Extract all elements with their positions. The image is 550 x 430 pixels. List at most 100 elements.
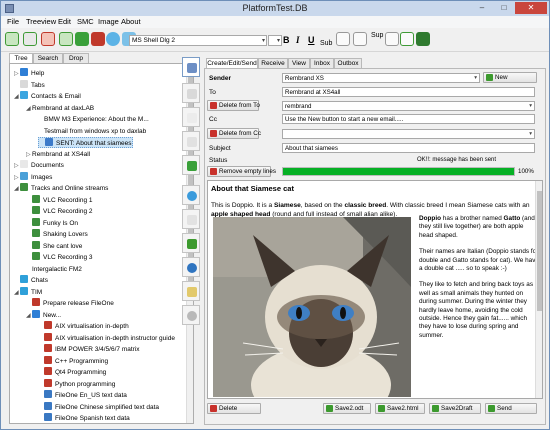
insert-image-icon[interactable] (400, 32, 414, 46)
send-button[interactable]: Send (485, 403, 537, 414)
tab-outbox[interactable]: Outbox (334, 58, 362, 68)
tree-item[interactable]: SENT: About that siamees (38, 137, 133, 148)
vstrip-chat-button[interactable] (182, 185, 200, 205)
superscript-button[interactable]: Sup (371, 32, 383, 39)
to-select[interactable]: rembrand ▾ (282, 101, 535, 111)
add-node-icon[interactable] (5, 32, 19, 46)
tree-item[interactable]: C++ Programming (38, 355, 108, 367)
menu-file[interactable]: File (7, 17, 19, 26)
vstrip-edit-button[interactable] (182, 83, 200, 103)
tree-item[interactable]: ◢ New... (26, 309, 61, 321)
download-icon[interactable] (416, 32, 430, 46)
tree-item[interactable]: She cant love (26, 240, 82, 252)
record-icon[interactable] (91, 32, 105, 46)
check-icon[interactable] (59, 32, 73, 46)
tree-node-icon (44, 378, 52, 387)
tree-item[interactable]: VLC Recording 3 (26, 252, 93, 263)
tree-item[interactable]: AIX virtualisation in-depth (38, 321, 129, 332)
vstrip-doc-button[interactable] (182, 155, 200, 175)
menu-about[interactable]: About (121, 17, 141, 26)
new-button[interactable]: New (483, 72, 537, 83)
minimize-button[interactable]: – (471, 2, 493, 14)
maximize-button[interactable]: □ (493, 2, 515, 14)
sender-select[interactable]: Rembrand XS ▾ (282, 73, 480, 83)
tree-item[interactable]: ◢ Tracks and Online streams (14, 183, 108, 194)
menu-smc[interactable]: SMC (77, 17, 94, 26)
tree-item[interactable]: ▷Rembrand at XS4all (26, 149, 90, 160)
save-draft-button[interactable]: Save2Draft (429, 403, 481, 414)
close-button[interactable]: ✕ (515, 2, 547, 14)
tree-item[interactable]: FileOne Chinese simplified text data (38, 401, 159, 413)
bold-button[interactable]: B (283, 35, 290, 45)
cc-select[interactable]: ▾ (282, 129, 535, 139)
menu-edit[interactable]: Edit (58, 17, 71, 26)
cc-field[interactable]: Use the New button to start a new email.… (282, 114, 535, 124)
underline-button[interactable]: U (308, 35, 315, 45)
remove-empty-lines-button[interactable]: Remove empty lines (207, 166, 276, 177)
tree-item[interactable]: ▷ Images (14, 171, 52, 183)
vstrip-transfer-button[interactable] (182, 233, 200, 253)
tab-tree[interactable]: Tree (9, 53, 33, 63)
size-combo[interactable]: ▾ (268, 35, 282, 46)
message-body-editor[interactable]: About that Siamese cat This is Doppio. I… (207, 180, 543, 399)
tab-inbox[interactable]: Inbox (310, 58, 334, 68)
vstrip-globe-button[interactable] (182, 257, 200, 277)
tree-item[interactable]: Prepare release FileOne (26, 298, 114, 309)
tab-view[interactable]: View (288, 58, 310, 68)
vstrip-link-button[interactable] (182, 131, 200, 151)
tree-item[interactable]: BMW M3 Experience: About the M... (38, 114, 149, 125)
tab-create-edit-send[interactable]: Create/Edit/Send (206, 58, 258, 68)
tree-item[interactable]: Python programming (38, 378, 115, 390)
tree-item[interactable]: Funky Is On (26, 217, 78, 229)
align-center-icon[interactable] (353, 32, 367, 46)
tree-item[interactable]: Qt4 Programming (38, 367, 106, 378)
tree-item[interactable]: AIX virtualisation in-depth instructor g… (38, 332, 175, 344)
tree-item[interactable]: ▷ Documents (14, 160, 64, 171)
menu-image[interactable]: Image (98, 17, 119, 26)
menu-treeview[interactable]: Treeview (26, 17, 56, 26)
tree-item[interactable]: VLC Recording 1 (26, 194, 93, 206)
subscript-button[interactable]: Sub (320, 40, 332, 47)
align-left-icon[interactable] (336, 32, 350, 46)
save-odt-button[interactable]: Save2.odt (323, 403, 371, 414)
vstrip-note-button[interactable] (182, 107, 200, 127)
font-combo[interactable]: MS Shell Dlg 2 ▾ (129, 35, 267, 46)
save-html-button[interactable]: Save2.html (375, 403, 425, 414)
tree-item[interactable]: ◢ Contacts & Email (14, 91, 81, 102)
tree-item[interactable]: Intergalactic FM2 (26, 264, 82, 275)
tree-item[interactable]: ◢Rembrand at daxLAB (26, 103, 94, 114)
tree-item[interactable]: Tabs (14, 79, 45, 91)
tree-item[interactable]: Chats (14, 275, 48, 286)
tab-drop[interactable]: Drop (63, 53, 89, 63)
tree-item[interactable]: VLC Recording 2 (26, 206, 93, 217)
vstrip-list-button[interactable] (182, 209, 200, 229)
add-child-icon[interactable] (23, 32, 37, 46)
tree-item[interactable]: IBM POWER 3/4/5/6/7 matrix (38, 344, 140, 355)
delete-button[interactable]: Delete (207, 403, 261, 414)
tree-item[interactable]: ◢ TIM (14, 286, 42, 298)
tree-item-label: Contacts & Email (31, 93, 81, 100)
vstrip-tag-button[interactable] (182, 281, 200, 301)
to-field[interactable]: Rembrand at XS4all (282, 87, 535, 97)
chat-bubble-icon[interactable] (106, 32, 120, 46)
tree-item[interactable]: ▷ Help (14, 68, 44, 79)
checkmark-icon[interactable] (75, 32, 89, 46)
italic-button[interactable]: I (296, 35, 300, 45)
vstrip-email-button[interactable] (182, 57, 200, 77)
delete-from-cc-button[interactable]: Delete from Cc (207, 128, 261, 139)
subject-field[interactable]: About that siamees (282, 143, 535, 153)
tree-item[interactable]: FileOne Spanish text data (38, 413, 130, 423)
body-scroll-thumb[interactable] (537, 191, 542, 311)
tab-search[interactable]: Search (33, 53, 63, 63)
insert-table-icon[interactable] (385, 32, 399, 46)
tree-node-icon (44, 413, 52, 421)
delete-from-to-button[interactable]: Delete from To (207, 100, 260, 111)
tab-receive[interactable]: Receive (258, 58, 288, 68)
delete-node-icon[interactable] (41, 32, 55, 46)
tree-item[interactable]: Testmail from windows xp to daxlab (38, 126, 146, 137)
tree-item[interactable]: FileOne En_US text data (38, 390, 127, 401)
vstrip-settings-button[interactable] (182, 305, 200, 325)
tree-item[interactable]: Shaking Lovers (26, 229, 88, 240)
tree-node-icon (45, 138, 53, 146)
body-scrollbar[interactable] (535, 181, 542, 398)
